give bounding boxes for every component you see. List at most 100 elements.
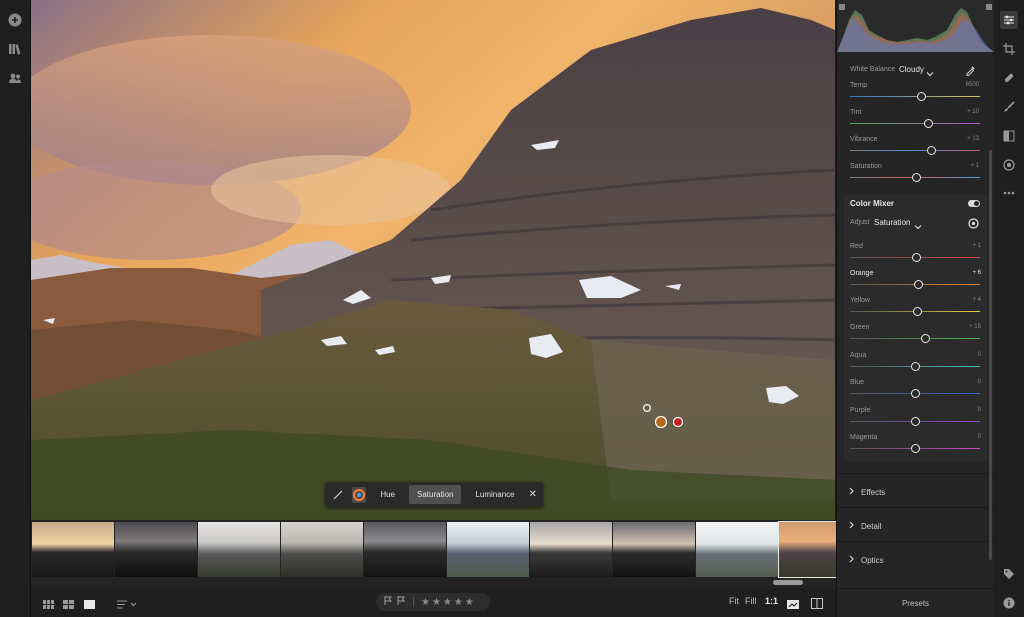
chevron-down-icon[interactable] — [926, 65, 934, 83]
orange-label: Orange — [850, 270, 874, 277]
saturation-label: Saturation — [850, 163, 882, 170]
vibrance-label: Vibrance — [850, 136, 878, 143]
zoom-fit[interactable]: Fit — [729, 596, 739, 606]
compare-icon[interactable] — [811, 596, 823, 614]
filmstrip-thumb[interactable] — [198, 522, 280, 577]
aqua-value[interactable]: 0 — [978, 352, 981, 358]
color-mixer-toggle[interactable] — [968, 200, 980, 207]
white-balance-dropdown[interactable]: Cloudy — [899, 65, 924, 74]
temp-label: Temp — [850, 82, 868, 89]
filmstrip-scrollbar[interactable] — [773, 580, 803, 585]
filmstrip-thumb[interactable] — [447, 522, 529, 577]
filmstrip-thumb[interactable] — [364, 522, 446, 577]
pick-flag-icon[interactable] — [384, 596, 393, 608]
filmstrip-thumb[interactable] — [696, 522, 778, 577]
vibrance-slider-knob[interactable] — [927, 145, 937, 155]
aqua-slider-knob[interactable] — [910, 361, 920, 371]
yellow-value[interactable]: + 4 — [972, 297, 981, 303]
close-toolbar-button[interactable]: ✕ — [529, 489, 537, 500]
library-icon[interactable] — [6, 40, 24, 58]
blue-value[interactable]: 0 — [978, 379, 981, 385]
filmstrip-thumb[interactable] — [613, 522, 695, 577]
temp-value[interactable]: 6500 — [966, 82, 979, 88]
chevron-down-icon[interactable] — [914, 218, 922, 236]
chevron-right-icon — [849, 487, 855, 497]
filmstrip-thumb[interactable] — [32, 522, 114, 577]
photo-grid-icon[interactable] — [63, 597, 74, 615]
magenta-value[interactable]: 0 — [978, 434, 981, 440]
lightroom-window: Hue Saturation Luminance ✕ ★★★★★ Fit Fil… — [0, 0, 1024, 617]
temp-slider-track[interactable] — [850, 96, 980, 97]
info-icon[interactable] — [1000, 594, 1018, 612]
tint-slider-track[interactable] — [850, 123, 980, 124]
vibrance-slider-track[interactable] — [850, 150, 980, 151]
orange-slider-knob[interactable] — [914, 279, 924, 289]
curve-tool-icon[interactable] — [331, 487, 346, 503]
green-slider-knob[interactable] — [920, 333, 930, 343]
saturation-slider-knob[interactable] — [911, 172, 921, 182]
zoom-one-to-one[interactable]: 1:1 — [765, 596, 778, 606]
tab-hue[interactable]: Hue — [372, 485, 403, 504]
tint-value[interactable]: + 10 — [967, 109, 979, 115]
purple-label: Purple — [850, 407, 871, 414]
purple-slider-knob[interactable] — [910, 416, 920, 426]
section-effects[interactable]: Effects — [837, 473, 994, 507]
square-grid-icon[interactable] — [43, 597, 54, 615]
filmstrip — [31, 520, 862, 588]
brush-icon[interactable] — [1000, 98, 1018, 116]
star-rating[interactable]: ★★★★★ — [421, 597, 476, 608]
healing-brush-icon[interactable] — [1000, 69, 1018, 87]
aqua-label: Aqua — [850, 352, 867, 359]
tint-label: Tint — [850, 109, 862, 116]
yellow-label: Yellow — [850, 297, 870, 304]
section-optics[interactable]: Optics — [837, 541, 994, 575]
detail-view-icon[interactable] — [84, 597, 95, 615]
red-label: Red — [850, 243, 863, 250]
histogram — [837, 0, 994, 52]
yellow-slider-knob[interactable] — [913, 306, 923, 316]
crop-icon[interactable] — [1000, 40, 1018, 58]
tab-saturation[interactable]: Saturation — [409, 485, 462, 504]
filmstrip-thumb[interactable] — [281, 522, 363, 577]
vibrance-value[interactable]: + 13 — [967, 136, 979, 142]
section-detail-label: Detail — [861, 522, 882, 531]
radial-gradient-icon[interactable] — [1000, 156, 1018, 174]
filmstrip-thumb[interactable] — [530, 522, 612, 577]
temp-slider-knob[interactable] — [917, 91, 926, 101]
reject-flag-icon[interactable] — [397, 596, 406, 608]
magenta-slider-knob[interactable] — [910, 443, 920, 453]
add-photos-icon[interactable] — [6, 11, 24, 29]
saturation-value[interactable]: + 1 — [970, 163, 979, 169]
white-balance-label: White Balance — [850, 66, 896, 73]
panel-scrollbar[interactable] — [989, 150, 992, 560]
filmstrip-thumb[interactable] — [115, 522, 197, 577]
green-slider-track[interactable] — [850, 338, 980, 339]
left-rail — [0, 0, 31, 617]
orange-value[interactable]: + 6 — [972, 270, 981, 276]
people-icon[interactable] — [6, 69, 24, 87]
green-value[interactable]: + 15 — [969, 324, 981, 330]
before-after-icon[interactable] — [787, 597, 799, 615]
tint-slider-knob[interactable] — [923, 118, 933, 128]
adjust-dropdown[interactable]: Saturation — [874, 218, 910, 227]
green-label: Green — [850, 324, 870, 331]
main-photo[interactable] — [31, 0, 835, 520]
color-mixer-target-icon[interactable] — [351, 486, 367, 503]
tag-icon[interactable] — [1000, 565, 1018, 583]
tab-luminance[interactable]: Luminance — [467, 485, 522, 504]
purple-value[interactable]: 0 — [978, 407, 981, 413]
sort-icon[interactable] — [117, 597, 137, 615]
flag-rating-group: ★★★★★ — [376, 593, 490, 611]
presets-button[interactable]: Presets — [837, 588, 994, 617]
blue-slider-knob[interactable] — [910, 388, 920, 398]
red-slider-knob[interactable] — [911, 252, 921, 262]
target-adjust-icon[interactable] — [968, 216, 979, 234]
edit-sliders-icon[interactable] — [1000, 11, 1018, 29]
zoom-fill[interactable]: Fill — [745, 596, 757, 606]
linear-gradient-icon[interactable] — [1000, 127, 1018, 145]
more-options-icon[interactable] — [1000, 184, 1018, 202]
section-detail[interactable]: Detail — [837, 507, 994, 541]
eyedropper-icon[interactable] — [965, 63, 976, 81]
edit-panel: White Balance Cloudy Temp 6500 Tint + 10… — [836, 0, 994, 617]
red-value[interactable]: + 1 — [972, 243, 981, 249]
